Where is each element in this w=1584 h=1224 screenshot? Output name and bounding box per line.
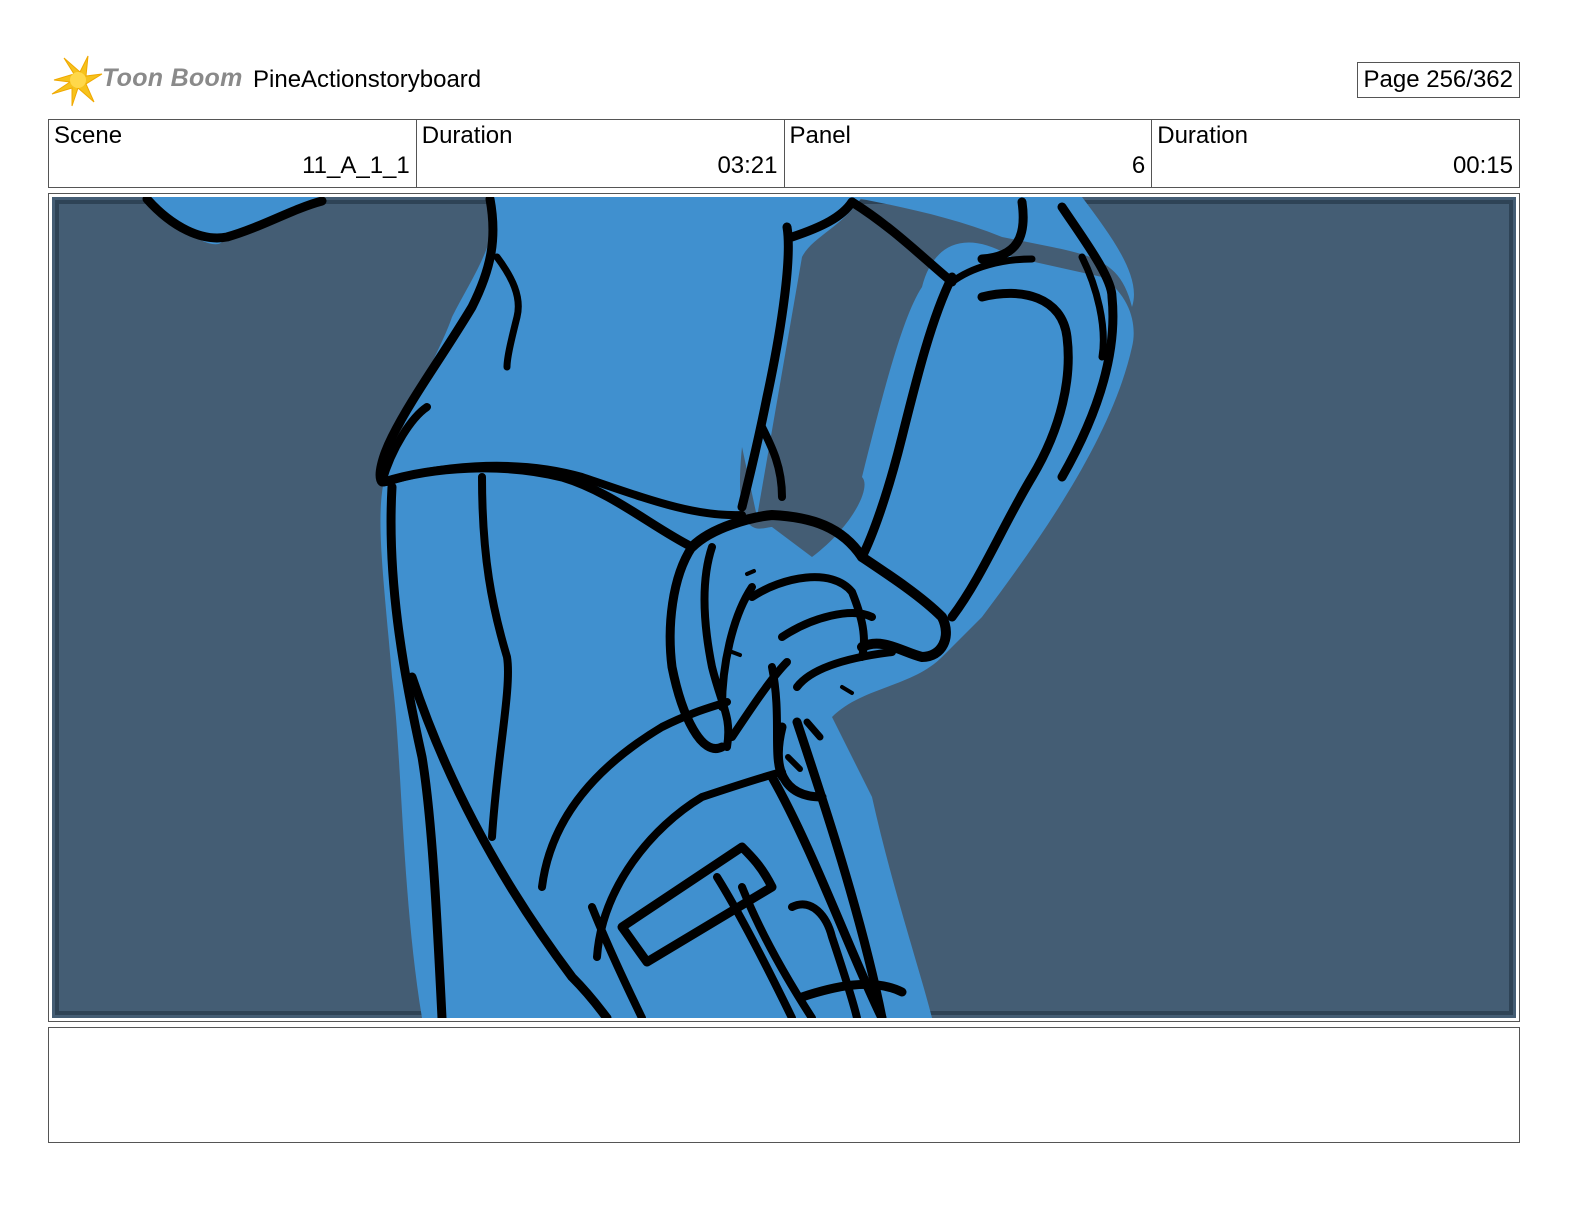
scene-cell: Scene 11_A_1_1 bbox=[49, 120, 417, 187]
scene-label: Scene bbox=[54, 122, 123, 149]
page-counter: Page 256/362 bbox=[1356, 62, 1520, 98]
scene-value: 11_A_1_1 bbox=[302, 152, 410, 179]
panel-label: Panel bbox=[789, 122, 851, 149]
panel-duration-label: Duration bbox=[1157, 122, 1248, 149]
project-title: PineActionstoryboard bbox=[253, 66, 482, 93]
toon-boom-logo: Toon Boom bbox=[48, 54, 244, 108]
scene-duration-cell: Duration 03:21 bbox=[417, 120, 785, 187]
storyboard-panel bbox=[48, 193, 1520, 1022]
panel-notes-box bbox=[48, 1027, 1520, 1143]
panel-notes-text bbox=[49, 1028, 1519, 1040]
scene-duration-label: Duration bbox=[421, 122, 513, 149]
scene-duration-value: 03:21 bbox=[717, 152, 778, 179]
starburst-icon bbox=[51, 55, 103, 107]
logo-text: Toon Boom bbox=[102, 64, 243, 92]
panel-info-table: Scene 11_A_1_1 Duration 03:21 Panel 6 Du… bbox=[48, 119, 1520, 188]
panel-duration-cell: Duration 00:15 bbox=[1152, 120, 1519, 187]
panel-value: 6 bbox=[1131, 152, 1146, 179]
panel-duration-value: 00:15 bbox=[1452, 152, 1513, 179]
panel-drawing bbox=[52, 197, 1516, 1018]
panel-cell: Panel 6 bbox=[785, 120, 1153, 187]
page-header: Toon Boom PineActionstoryboard Page 256/… bbox=[48, 54, 1520, 108]
